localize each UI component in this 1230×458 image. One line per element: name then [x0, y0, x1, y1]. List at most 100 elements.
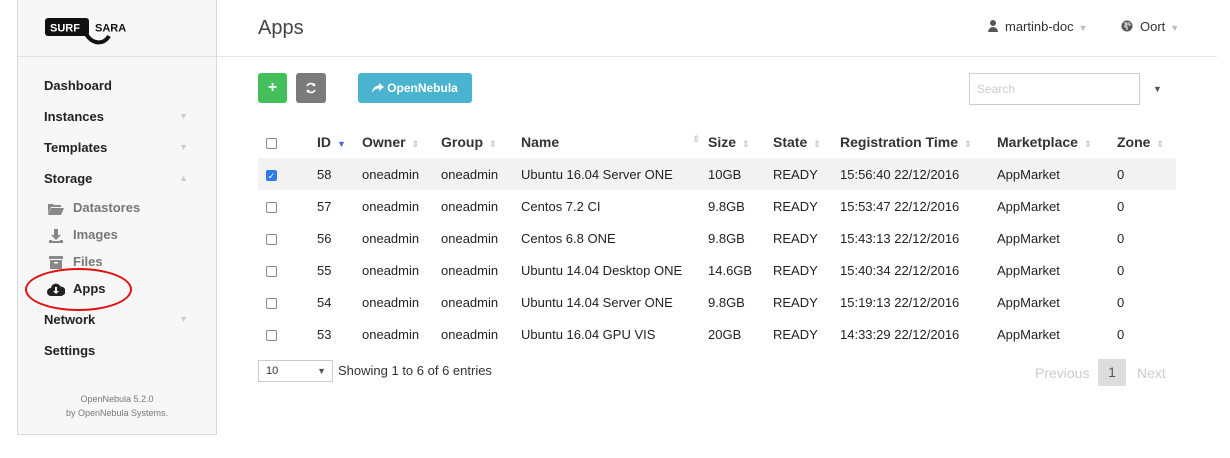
- cell-registration-time: 15:43:13 22/12/2016: [840, 230, 960, 246]
- table-row[interactable]: 57 oneadmin oneadmin Centos 7.2 CI 9.8GB READ…: [258, 190, 1176, 222]
- zone-name: Oort: [1140, 19, 1166, 34]
- cell-name: Ubuntu 14.04 Server ONE: [521, 294, 673, 310]
- row-checkbox[interactable]: ✓: [266, 169, 277, 181]
- sidebar-item-instances[interactable]: Instances ▼: [18, 101, 216, 132]
- cell-zone: 0: [1117, 262, 1125, 278]
- chevron-down-icon[interactable]: ▼: [1153, 84, 1162, 94]
- cell-state: READY: [773, 230, 818, 246]
- cell-zone: 0: [1117, 198, 1125, 214]
- cell-state: READY: [773, 198, 818, 214]
- version-text: OpenNebula 5.2.0: [80, 394, 154, 404]
- column-marketplace[interactable]: Marketplace ⇕: [997, 126, 1117, 158]
- sidebar-item-datastores[interactable]: Datastores: [18, 194, 216, 221]
- cell-registration-time: 15:53:47 22/12/2016: [840, 198, 960, 214]
- chevron-down-icon: ▼: [179, 314, 188, 324]
- cell-group: oneadmin: [441, 158, 521, 190]
- cell-name: Ubuntu 16.04 Server ONE: [521, 158, 708, 190]
- chevron-down-icon: ▼: [179, 111, 188, 121]
- add-button[interactable]: +: [258, 73, 287, 103]
- column-state[interactable]: State ⇕: [773, 126, 840, 158]
- table-row[interactable]: 54 oneadmin oneadmin Ubuntu 14.04 Server ON…: [258, 286, 1176, 318]
- header-divider: [217, 56, 1217, 57]
- cell-state: READY: [773, 326, 818, 342]
- sort-icon: ⇕: [411, 139, 420, 149]
- sidebar-item-network[interactable]: Network ▼: [18, 304, 216, 335]
- cell-zone: 0: [1117, 230, 1125, 246]
- cell-group: oneadmin: [441, 294, 499, 310]
- table-row[interactable]: ✓ 58 oneadmin oneadmin Ubuntu 16.04 Server O…: [258, 158, 1176, 190]
- cell-state: READY: [773, 262, 818, 278]
- sidebar: SURF SARA Dashboard Instances ▼ Templates…: [17, 0, 217, 435]
- chevron-down-icon: ▼: [1078, 23, 1088, 33]
- svg-text:SARA: SARA: [95, 23, 126, 35]
- user-icon: [988, 19, 998, 34]
- cell-size: 10GB: [708, 158, 773, 190]
- page-button[interactable]: 1: [1098, 359, 1126, 386]
- column-name[interactable]: Name ⇕: [521, 126, 708, 158]
- user-menu[interactable]: martinb-doc ▼: [988, 19, 1088, 34]
- sidebar-item-templates[interactable]: Templates ▼: [18, 132, 216, 163]
- sidebar-item-label: Settings: [44, 343, 96, 358]
- highlight-circle: [25, 268, 132, 311]
- row-checkbox[interactable]: [266, 233, 277, 245]
- column-registration-time[interactable]: Registration Time ⇕: [840, 126, 997, 158]
- cell-state: READY: [773, 294, 818, 310]
- cell-id: 54: [317, 294, 332, 310]
- cell-size: 9.8GB: [708, 294, 745, 310]
- previous-button[interactable]: Previous: [1035, 365, 1089, 381]
- column-zone[interactable]: Zone ⇕: [1117, 126, 1176, 158]
- sort-icon: ⇕: [692, 134, 700, 144]
- search-input[interactable]: [969, 73, 1140, 105]
- column-group[interactable]: Group ⇕: [441, 126, 521, 158]
- row-checkbox[interactable]: [266, 297, 277, 309]
- sort-icon: ⇕: [964, 139, 972, 149]
- cell-id: 53: [317, 326, 332, 342]
- cell-registration-time: 14:33:29 22/12/2016: [840, 326, 960, 342]
- refresh-button[interactable]: [296, 73, 326, 103]
- cell-owner: oneadmin: [362, 326, 420, 342]
- cell-owner: oneadmin: [362, 262, 420, 278]
- sidebar-nav: Dashboard Instances ▼ Templates ▼ Storage ▲…: [18, 70, 216, 366]
- refresh-icon: [306, 82, 316, 94]
- table-row[interactable]: 56 oneadmin oneadmin Centos 6.8 ONE 9.8GB REA…: [258, 222, 1176, 254]
- sidebar-item-images[interactable]: Images: [18, 221, 216, 248]
- cell-size: 9.8GB: [708, 230, 745, 246]
- opennebula-button[interactable]: OpenNebula: [358, 73, 472, 103]
- sidebar-item-settings[interactable]: Settings: [18, 335, 216, 366]
- page-size-select[interactable]: 10 ▼: [258, 360, 333, 382]
- row-checkbox[interactable]: [266, 329, 277, 341]
- username: martinb-doc: [1005, 19, 1074, 34]
- sidebar-item-label: Storage: [44, 171, 93, 186]
- row-checkbox[interactable]: [266, 265, 277, 277]
- cell-state: READY: [773, 158, 840, 190]
- cell-marketplace: AppMarket: [997, 158, 1117, 190]
- cell-name: Centos 7.2 CI: [521, 198, 601, 214]
- chevron-down-icon: ▼: [317, 366, 326, 376]
- chevron-down-icon: ▼: [1170, 23, 1180, 33]
- cell-zone: 0: [1117, 294, 1125, 310]
- select-all-checkbox[interactable]: [266, 137, 277, 149]
- surfsara-logo[interactable]: SURF SARA: [45, 14, 133, 50]
- table-row[interactable]: 55 oneadmin oneadmin Ubuntu 14.04 Desktop O…: [258, 254, 1176, 286]
- sort-icon: ⇕: [813, 139, 821, 149]
- column-owner[interactable]: Owner ⇕: [362, 126, 441, 158]
- entries-info: Showing 1 to 6 of 6 entries: [338, 363, 492, 378]
- zone-menu[interactable]: Oort ▼: [1121, 19, 1179, 34]
- row-checkbox[interactable]: [266, 201, 277, 213]
- cell-group: oneadmin: [441, 230, 499, 246]
- cell-registration-time: 15:40:34 22/12/2016: [840, 262, 960, 278]
- column-size[interactable]: Size ⇕: [708, 126, 773, 158]
- sidebar-item-label: Templates: [44, 140, 108, 155]
- apps-table: ID ▼ Owner ⇕ Group ⇕ Name ⇕ Size ⇕ State ⇕ Reg…: [258, 126, 1176, 350]
- cell-id: 57: [317, 198, 332, 214]
- table-row[interactable]: 53 oneadmin oneadmin Ubuntu 16.04 GPU VIS 20…: [258, 318, 1176, 350]
- cell-group: oneadmin: [441, 262, 499, 278]
- sidebar-item-label: Files: [73, 254, 103, 269]
- sort-icon: ⇕: [1156, 139, 1164, 149]
- sidebar-item-dashboard[interactable]: Dashboard: [18, 70, 216, 101]
- sidebar-item-storage[interactable]: Storage ▲: [18, 163, 216, 194]
- column-id[interactable]: ID ▼: [317, 126, 362, 158]
- next-button[interactable]: Next: [1137, 365, 1166, 381]
- cell-zone: 0: [1117, 158, 1176, 190]
- cell-zone: 0: [1117, 326, 1125, 342]
